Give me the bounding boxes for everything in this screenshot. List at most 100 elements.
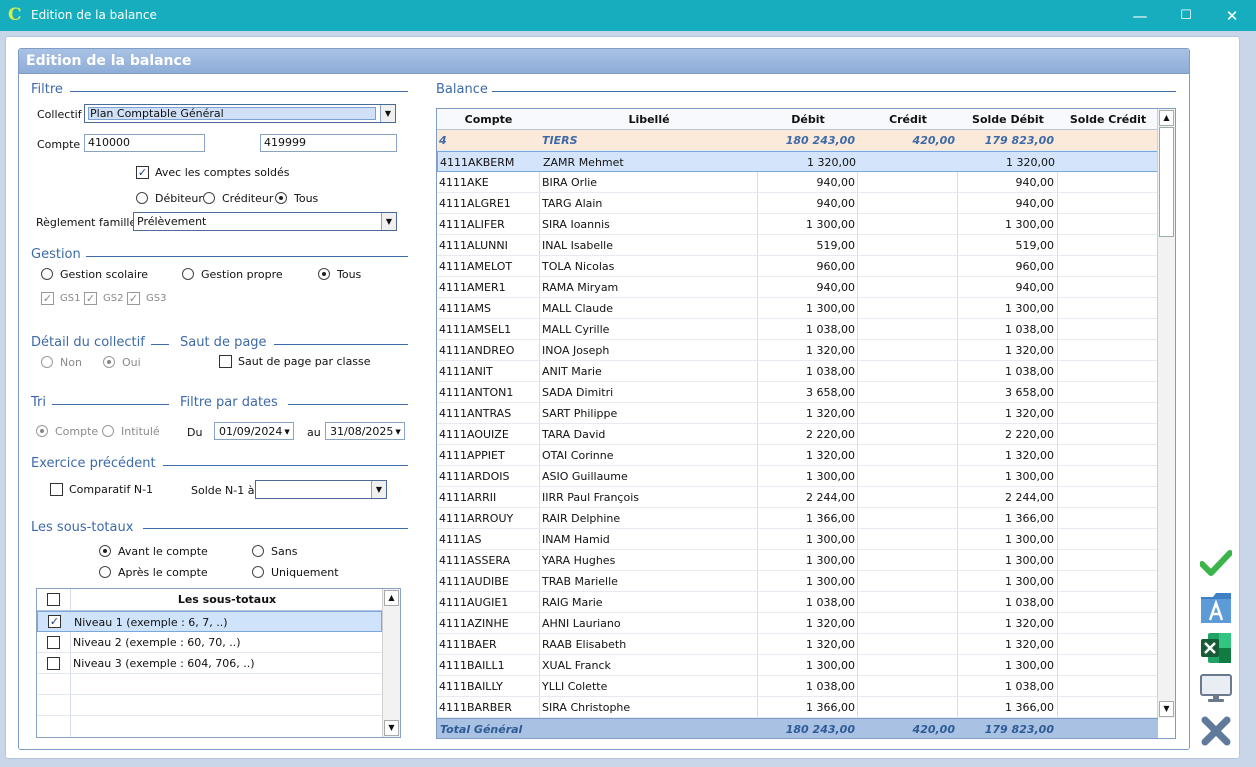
table-row[interactable]: 4111AZINHE AHNI Lauriano 1 320,00 1 320,00: [437, 613, 1158, 634]
header-compte[interactable]: Compte: [437, 113, 540, 126]
table-row[interactable]: 4111ANDREO INOA Joseph 1 320,00 1 320,00: [437, 340, 1158, 361]
balance-scrollbar[interactable]: ▲ ▼: [1157, 109, 1175, 718]
maximize-button[interactable]: ☐: [1163, 0, 1209, 31]
cell-debit: 1 038,00: [806, 365, 855, 378]
subtotal-row[interactable]: 4 TIERS 180 243,00 420,00 179 823,00: [437, 130, 1158, 151]
scroll-up-icon[interactable]: ▲: [384, 590, 399, 606]
scroll-down-icon[interactable]: ▼: [384, 720, 399, 736]
header-solde-credit[interactable]: Solde Crédit: [1058, 113, 1158, 126]
cell-libelle: BIRA Orlie: [542, 176, 598, 189]
gestion-divider: [86, 256, 408, 257]
header-solde-debit[interactable]: Solde Débit: [958, 113, 1058, 126]
table-row[interactable]: 4111ARDOIS ASIO Guillaume 1 300,00 1 300,00: [437, 466, 1158, 487]
validate-button[interactable]: [1197, 544, 1235, 582]
table-row[interactable]: 4111AMSEL1 MALL Cyrille 1 038,00 1 038,00: [437, 319, 1158, 340]
gestion-tous-radio[interactable]: [318, 268, 330, 280]
gs3-checkbox[interactable]: ✓: [127, 292, 140, 305]
table-row[interactable]: 4111ALUNNI INAL Isabelle 519,00 519,00: [437, 235, 1158, 256]
chevron-down-icon[interactable]: ▼: [395, 428, 400, 436]
row-checkbox[interactable]: [47, 657, 60, 670]
avant-radio[interactable]: [99, 545, 111, 557]
gestion-propre-radio[interactable]: [182, 268, 194, 280]
table-row[interactable]: 4111BAILLY YLLI Colette 1 038,00 1 038,00: [437, 676, 1158, 697]
cell-solde-debit: 1 320,00: [1005, 617, 1054, 630]
table-row[interactable]: 4111AKBERM ZAMR Mehmet 1 320,00 1 320,00: [437, 151, 1158, 172]
cancel-button[interactable]: [1197, 712, 1235, 750]
header-libelle[interactable]: Libellé: [540, 113, 758, 126]
table-row[interactable]: 4111AKE BIRA Orlie 940,00 940,00: [437, 172, 1158, 193]
header-credit[interactable]: Crédit: [858, 113, 958, 126]
crediteur-radio[interactable]: [203, 192, 215, 204]
export-excel-button[interactable]: [1197, 629, 1235, 667]
date-to-picker[interactable]: 31/08/2025 ▼: [325, 422, 405, 440]
table-row[interactable]: 4111ALGRE1 TARG Alain 940,00 940,00: [437, 193, 1158, 214]
tri-compte-radio[interactable]: [36, 425, 48, 437]
export-pdf-button[interactable]: [1197, 588, 1235, 626]
table-row[interactable]: 4111APPIET OTAI Corinne 1 320,00 1 320,00: [437, 445, 1158, 466]
table-row[interactable]: 4111AMELOT TOLA Nicolas 960,00 960,00: [437, 256, 1158, 277]
uniquement-radio[interactable]: [252, 566, 264, 578]
table-row[interactable]: 4111ASSERA YARA Hughes 1 300,00 1 300,00: [437, 550, 1158, 571]
select-all-checkbox[interactable]: [47, 593, 60, 606]
cell-debit: 3 658,00: [806, 386, 855, 399]
tous-radio[interactable]: [275, 192, 287, 204]
scroll-up-icon[interactable]: ▲: [1159, 110, 1174, 126]
cell-compte: 4111AUDIBE: [439, 575, 509, 588]
tri-intitule-radio[interactable]: [102, 425, 114, 437]
header-debit[interactable]: Débit: [758, 113, 858, 126]
soustotaux-row[interactable]: Niveau 3 (exemple : 604, 706, ..): [37, 653, 382, 674]
soustotaux-row[interactable]: Niveau 2 (exemple : 60, 70, ..): [37, 632, 382, 653]
table-row[interactable]: 4111BAER RAAB Elisabeth 1 320,00 1 320,00: [437, 634, 1158, 655]
gs2-checkbox[interactable]: ✓: [84, 292, 97, 305]
compte-to-input[interactable]: 419999: [260, 134, 397, 152]
table-row[interactable]: 4111AUGIE1 RAIG Marie 1 038,00 1 038,00: [437, 592, 1158, 613]
detail-title: Détail du collectif: [31, 335, 145, 350]
comparatif-label: Comparatif N-1: [69, 483, 154, 496]
table-row[interactable]: 4111BAILL1 XUAL Franck 1 300,00 1 300,00: [437, 655, 1158, 676]
sans-radio[interactable]: [252, 545, 264, 557]
debiteur-radio[interactable]: [136, 192, 148, 204]
table-row[interactable]: 4111ANTRAS SART Philippe 1 320,00 1 320,00: [437, 403, 1158, 424]
close-button[interactable]: ✕: [1209, 0, 1255, 31]
preview-screen-button[interactable]: [1197, 669, 1235, 707]
table-row[interactable]: 4111AUDIBE TRAB Marielle 1 300,00 1 300,00: [437, 571, 1158, 592]
exercice-title: Exercice précédent: [31, 456, 156, 471]
total-debit: 180 243,00: [785, 723, 855, 736]
saut-checkbox[interactable]: [219, 355, 232, 368]
reglement-select[interactable]: Prélèvement ▼: [133, 212, 397, 231]
table-row[interactable]: 4111ANIT ANIT Marie 1 038,00 1 038,00: [437, 361, 1158, 382]
detail-oui-radio[interactable]: [103, 356, 115, 368]
table-row[interactable]: 4111ANTON1 SADA Dimitri 3 658,00 3 658,00: [437, 382, 1158, 403]
chevron-down-icon[interactable]: ▼: [380, 105, 395, 122]
soustotaux-row[interactable]: ✓ Niveau 1 (exemple : 6, 7, ..): [37, 611, 382, 632]
minimize-button[interactable]: —: [1117, 0, 1163, 31]
table-row[interactable]: 4111BARBER SIRA Christophe 1 366,00 1 366,0…: [437, 697, 1158, 718]
apres-radio[interactable]: [99, 566, 111, 578]
date-from-picker[interactable]: 01/09/2024 ▼: [214, 422, 294, 440]
gestion-scolaire-radio[interactable]: [41, 268, 53, 280]
cell-compte: 4111ASSERA: [439, 554, 511, 567]
detail-non-radio[interactable]: [41, 356, 53, 368]
table-row[interactable]: 4111ARROUY RAIR Delphine 1 366,00 1 366,00: [437, 508, 1158, 529]
reglement-label: Règlement famille: [36, 216, 137, 229]
chevron-down-icon[interactable]: ▼: [371, 481, 386, 498]
chevron-down-icon[interactable]: ▼: [381, 213, 396, 230]
table-row[interactable]: 4111AMER1 RAMA Miryam 940,00 940,00: [437, 277, 1158, 298]
solde-n1-select[interactable]: ▼: [255, 480, 387, 499]
soustotaux-scrollbar[interactable]: ▲ ▼: [382, 589, 400, 737]
table-row[interactable]: 4111ALIFER SIRA Ioannis 1 300,00 1 300,00: [437, 214, 1158, 235]
scroll-thumb[interactable]: [1159, 127, 1174, 237]
comparatif-checkbox[interactable]: [50, 483, 63, 496]
soldes-checkbox[interactable]: ✓: [136, 166, 149, 179]
chevron-down-icon[interactable]: ▼: [284, 428, 289, 436]
compte-from-input[interactable]: 410000: [84, 134, 205, 152]
table-row[interactable]: 4111AS INAM Hamid 1 300,00 1 300,00: [437, 529, 1158, 550]
collectif-select[interactable]: Plan Comptable Général ▼: [84, 104, 396, 123]
scroll-down-icon[interactable]: ▼: [1159, 701, 1174, 717]
table-row[interactable]: 4111AOUIZE TARA David 2 220,00 2 220,00: [437, 424, 1158, 445]
row-checkbox[interactable]: [47, 636, 60, 649]
row-checkbox[interactable]: ✓: [48, 615, 61, 628]
gs1-checkbox[interactable]: ✓: [41, 292, 54, 305]
table-row[interactable]: 4111AMS MALL Claude 1 300,00 1 300,00: [437, 298, 1158, 319]
table-row[interactable]: 4111ARRII IIRR Paul François 2 244,00 2 244…: [437, 487, 1158, 508]
